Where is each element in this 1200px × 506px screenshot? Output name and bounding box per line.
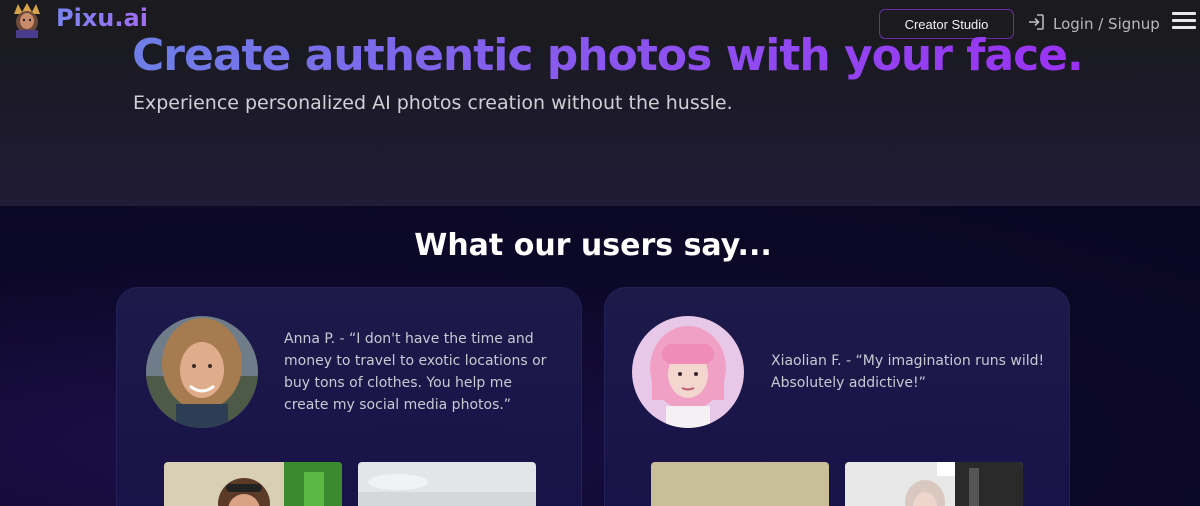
hero-subtitle: Experience personalized AI photos creati… [133, 92, 733, 114]
testimonial-quote: Xiaolian F. - “My imagination runs wild!… [771, 353, 1045, 391]
testimonial-card: Anna P. - “I don't have the time and mon… [116, 287, 582, 506]
hamburger-menu-icon[interactable] [1172, 12, 1196, 32]
example-photo [845, 462, 1023, 506]
testimonial-quote: Anna P. - “I don't have the time and mon… [284, 331, 547, 413]
brand-name[interactable]: Pixu.ai [56, 4, 148, 32]
logo-icon[interactable] [10, 2, 44, 38]
example-photo [164, 462, 342, 506]
example-photo [358, 462, 536, 506]
avatar [146, 316, 258, 428]
example-photo [651, 462, 829, 506]
testimonial-card: Xiaolian F. - “My imagination runs wild!… [604, 287, 1070, 506]
testimonials-title: What our users say... [414, 228, 772, 263]
avatar [632, 316, 744, 428]
hero-title: Create authentic photos with your face. [132, 30, 1084, 81]
